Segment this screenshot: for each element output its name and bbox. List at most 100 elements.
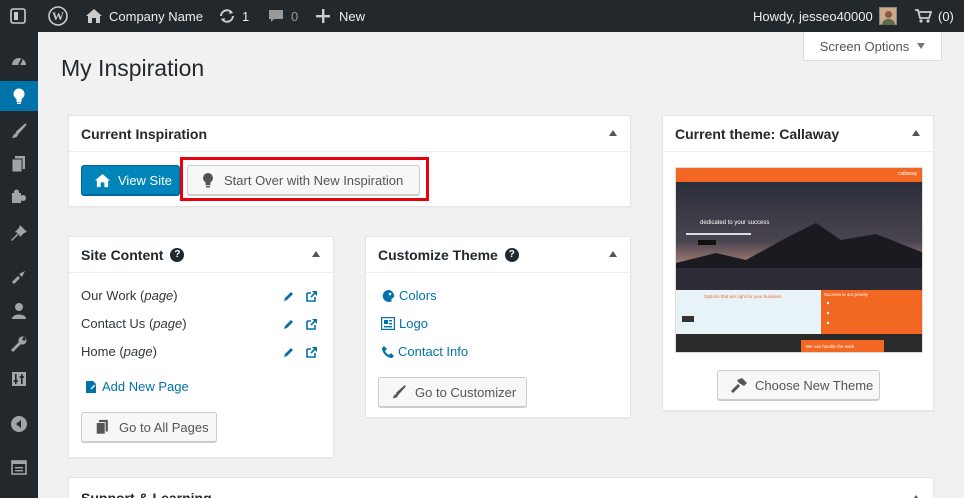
help-icon[interactable]: ?	[170, 247, 185, 262]
customize-theme-panel: Customize Theme ? Colors Logo Contact In…	[365, 236, 631, 418]
external-link-icon[interactable]	[306, 290, 318, 302]
id-card-icon	[381, 317, 395, 330]
comments-link[interactable]: 0	[268, 0, 298, 32]
site-content-panel: Site Content ? Our Work (page) Contact U…	[68, 236, 334, 458]
dashboard-icon[interactable]	[0, 46, 38, 76]
theme-preview-image	[676, 168, 922, 352]
go-to-customizer-button[interactable]: Go to Customizer	[378, 377, 527, 407]
view-site-button[interactable]: View Site	[81, 165, 180, 195]
my-account-link[interactable]: Howdy, jesseo40000	[753, 0, 897, 32]
customize-theme-title: Customize Theme	[378, 246, 498, 263]
customize-theme-header[interactable]: Customize Theme ?	[366, 237, 630, 273]
brush-icon	[392, 385, 406, 399]
comments-icon	[269, 10, 283, 22]
collapse-toggle-icon[interactable]	[609, 130, 617, 136]
choose-new-theme-label: Choose New Theme	[755, 377, 874, 393]
support-learning-panel: Support & Learning	[68, 477, 934, 498]
row-actions	[283, 346, 318, 358]
edit-pencil-icon[interactable]	[283, 290, 295, 302]
site-content-header[interactable]: Site Content ?	[69, 237, 333, 273]
page-name: Our Work	[81, 288, 137, 303]
logo-label: Logo	[399, 316, 428, 331]
contact-info-label: Contact Info	[398, 344, 469, 359]
screen-options-button[interactable]: Screen Options	[803, 32, 942, 61]
list-item: Home (page)	[81, 344, 157, 359]
tools-wrench-icon[interactable]	[0, 329, 38, 359]
logo-link[interactable]: Logo	[381, 316, 428, 331]
preview-left-heading: Options that are right for your business	[704, 294, 782, 299]
page-name: Home	[81, 344, 116, 359]
preview-right-heading: Success is our priority	[824, 292, 869, 297]
collapse-toggle-icon[interactable]	[912, 130, 920, 136]
site-content-title: Site Content	[81, 246, 164, 263]
site-name: Company Name	[109, 8, 203, 24]
plugins-puzzle-icon[interactable]	[0, 183, 38, 213]
home-icon	[95, 173, 110, 187]
admin-sidebar	[0, 32, 38, 498]
pages-icon[interactable]	[0, 149, 38, 179]
current-theme-header[interactable]: Current theme: Callaway	[663, 116, 933, 152]
page-type: page	[153, 316, 183, 331]
page-name: Contact Us	[81, 316, 146, 331]
go-to-all-pages-button[interactable]: Go to All Pages	[81, 412, 217, 442]
current-theme-panel: Current theme: Callaway callaway dedicat…	[662, 115, 934, 411]
cart-link[interactable]: (0)	[914, 0, 954, 32]
contact-info-link[interactable]: Contact Info	[381, 344, 468, 359]
inspiration-icon[interactable]	[0, 81, 38, 111]
current-inspiration-title: Current Inspiration	[81, 125, 208, 142]
plus-icon	[316, 9, 330, 23]
add-new-page-link[interactable]: Add New Page	[85, 379, 189, 394]
choose-new-theme-button[interactable]: Choose New Theme	[717, 370, 880, 400]
new-label: New	[339, 8, 366, 24]
collapse-toggle-icon[interactable]	[609, 251, 617, 257]
support-learning-header[interactable]: Support & Learning	[69, 478, 933, 498]
updates-count: 1	[242, 8, 250, 24]
howdy-text: Howdy, jesseo40000	[753, 8, 873, 24]
collapse-menu-icon[interactable]	[0, 409, 38, 439]
users-icon[interactable]	[0, 296, 38, 326]
cart-icon	[915, 9, 932, 23]
updates-link[interactable]: 1	[218, 0, 249, 32]
dashboard-toggle-icon[interactable]	[10, 0, 26, 32]
appearance-brush-icon[interactable]	[0, 116, 38, 146]
customize-icon[interactable]	[0, 262, 38, 292]
palette-icon	[382, 289, 395, 302]
edit-pencil-icon[interactable]	[283, 318, 295, 330]
media-calendar-icon[interactable]	[0, 452, 38, 482]
theme-screenshot[interactable]: callaway dedicated to your success Optio…	[675, 167, 923, 353]
list-item: Our Work (page)	[81, 288, 178, 303]
external-link-icon[interactable]	[306, 318, 318, 330]
pages-icon	[95, 419, 108, 435]
site-name-link[interactable]: Company Name	[85, 0, 203, 32]
wordpress-logo-icon[interactable]: W	[48, 0, 68, 32]
page-type: page	[144, 288, 174, 303]
add-page-icon	[86, 380, 96, 393]
help-icon[interactable]: ?	[504, 247, 519, 262]
add-new-page-label: Add New Page	[102, 379, 189, 394]
page-type: page	[123, 344, 153, 359]
collapse-toggle-icon[interactable]	[312, 251, 320, 257]
cart-count: (0)	[938, 8, 954, 24]
view-site-label: View Site	[118, 172, 172, 188]
list-item: Contact Us (page)	[81, 316, 187, 331]
preview-hero-text: dedicated to your success	[700, 220, 770, 226]
phone-icon	[382, 345, 394, 358]
edit-pencil-icon[interactable]	[283, 346, 295, 358]
screen-options-label: Screen Options	[819, 38, 910, 54]
admin-bar: W Company Name 1 0 New Howdy, jesseo4000…	[0, 0, 964, 32]
svg-text:W: W	[52, 9, 64, 23]
new-content-link[interactable]: New	[316, 0, 365, 32]
colors-link[interactable]: Colors	[381, 288, 437, 303]
page-title: My Inspiration	[61, 55, 205, 81]
go-to-all-pages-label: Go to All Pages	[119, 419, 209, 435]
highlight-box	[180, 157, 429, 201]
preview-brand: callaway	[898, 171, 918, 177]
go-to-customizer-label: Go to Customizer	[415, 384, 517, 400]
settings-sliders-icon[interactable]	[0, 364, 38, 394]
external-link-icon[interactable]	[306, 346, 318, 358]
preview-footer-text: We can handle the work	[806, 344, 855, 349]
posts-pin-icon[interactable]	[0, 218, 38, 248]
current-inspiration-header[interactable]: Current Inspiration	[69, 116, 630, 152]
colors-label: Colors	[399, 288, 437, 303]
current-theme-title: Current theme: Callaway	[675, 125, 840, 142]
